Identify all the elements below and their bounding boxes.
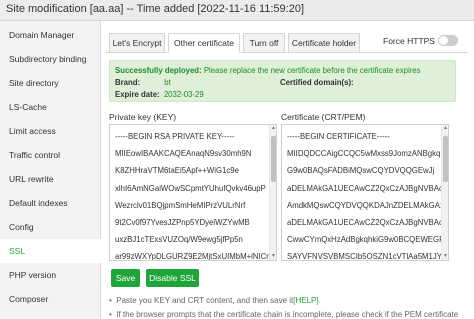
expire-date-label: Expire date:: [115, 90, 160, 99]
toggle-knob: [439, 36, 448, 45]
brand-label: Brand:: [115, 78, 141, 87]
sidebar-item-ls-cache[interactable]: LS-Cache: [0, 95, 101, 119]
sidebar-item-php-version[interactable]: PHP version: [0, 263, 101, 287]
sidebar-item-composer[interactable]: Composer: [0, 287, 101, 311]
scroll-up-arrow-icon[interactable]: ▲: [270, 125, 276, 132]
tip-text: If the browser prompts that the certific…: [116, 310, 459, 319]
certificate-content: -----BEGIN CERTIFICATE----- MIIDQDCCAigC…: [287, 132, 449, 261]
save-button[interactable]: Save: [111, 269, 140, 287]
certified-domains-label: Certified domain(s):: [280, 78, 354, 87]
certificate-textarea[interactable]: -----BEGIN CERTIFICATE----- MIIDQDCCAigC…: [281, 124, 449, 261]
force-https-toggle[interactable]: [438, 35, 458, 46]
expire-date-value: 2032-03-29: [163, 90, 204, 99]
sidebar: Domain Manager Subdirectory binding Site…: [0, 21, 101, 319]
sidebar-item-url-rewrite[interactable]: URL rewrite: [0, 167, 101, 191]
tab-lets-encrypt[interactable]: Let's Encrypt: [109, 33, 165, 53]
tab-turn-off[interactable]: Turn off: [243, 33, 285, 53]
private-key-label: Private key (KEY): [109, 112, 177, 122]
sidebar-item-subdirectory-binding[interactable]: Subdirectory binding: [0, 47, 101, 71]
disable-ssl-button[interactable]: Disable SSL: [146, 269, 199, 287]
sidebar-item-config[interactable]: Config: [0, 215, 101, 239]
deployment-status-alert: Successfully deployed: Please replace th…: [109, 60, 456, 102]
scrollbar-thumb[interactable]: [271, 136, 276, 182]
tab-other-certificate[interactable]: Other certificate: [168, 33, 240, 53]
private-key-scrollbar[interactable]: ▲ ▼: [269, 125, 276, 260]
window-title: Site modification [aa.aa] -- Time added …: [6, 3, 304, 15]
tip-certificate-chain: • If the browser prompts that the certif…: [109, 310, 458, 319]
certificate-label: Certificate (CRT/PEM): [281, 112, 366, 122]
sidebar-item-domain-manager[interactable]: Domain Manager: [0, 23, 101, 47]
scroll-down-arrow-icon[interactable]: ▼: [442, 253, 448, 260]
status-message: Please replace the new certificate befor…: [203, 66, 421, 75]
sidebar-item-ssl[interactable]: SSL: [0, 239, 101, 263]
scrollbar-thumb[interactable]: [443, 136, 448, 182]
status-label: Successfully deployed:: [115, 66, 202, 75]
window-titlebar: Site modification [aa.aa] -- Time added …: [0, 0, 474, 21]
help-link[interactable]: [HELP]: [293, 296, 318, 305]
tip-text: Paste you KEY and CRT content, and then …: [116, 296, 294, 305]
sidebar-item-limit-access[interactable]: Limit access: [0, 119, 101, 143]
certificate-scrollbar[interactable]: ▲ ▼: [441, 125, 448, 260]
tip-suffix: .: [318, 296, 321, 305]
tip-paste-key: • Paste you KEY and CRT content, and the…: [109, 296, 321, 305]
scroll-down-arrow-icon[interactable]: ▼: [270, 253, 276, 260]
sidebar-item-default-indexes[interactable]: Default indexes: [0, 191, 101, 215]
sidebar-item-traffic-control[interactable]: Traffic control: [0, 143, 101, 167]
force-https-label: Force HTTPS: [383, 36, 435, 46]
tab-certificate-holder[interactable]: Certificate holder: [288, 33, 360, 53]
scroll-up-arrow-icon[interactable]: ▲: [442, 125, 448, 132]
brand-value: bt: [164, 78, 171, 87]
sidebar-item-site-directory[interactable]: Site directory: [0, 71, 101, 95]
private-key-textarea[interactable]: -----BEGIN RSA PRIVATE KEY----- MIIEowIB…: [109, 124, 277, 261]
private-key-content: -----BEGIN RSA PRIVATE KEY----- MIIEowIB…: [115, 132, 272, 261]
